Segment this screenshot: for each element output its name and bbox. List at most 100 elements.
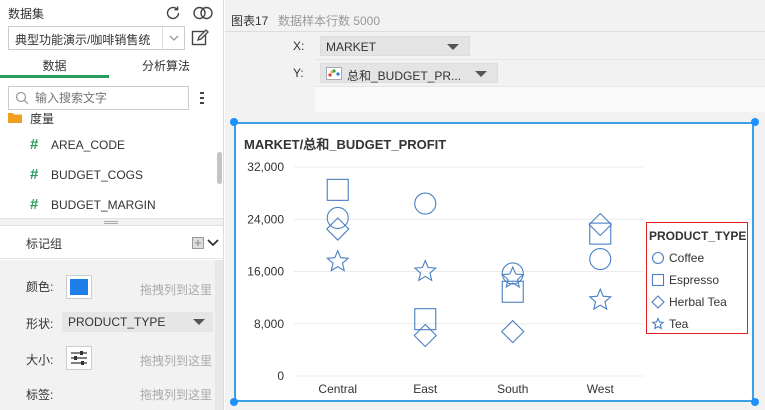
field-list-scroll-thumb[interactable]	[217, 152, 222, 184]
scatter-point-star[interactable]	[325, 249, 350, 272]
link-icon[interactable]	[192, 4, 214, 22]
dataset-select-value: 典型功能演示/咖啡销售统	[15, 33, 151, 47]
mark-label-label: 标签:	[26, 388, 54, 402]
x-axis-field[interactable]: MARKET	[320, 36, 470, 56]
legend-diamond-icon	[651, 295, 665, 309]
mark-label-shape: 形状:	[26, 317, 54, 331]
chart-container[interactable]: MARKET/总和_BUDGET_PROFIT 0 8,000 16,000 24,0…	[234, 122, 754, 402]
tab-analysis-algorithm[interactable]: 分析算法	[111, 56, 221, 78]
marks-group-body: 颜色: 拖拽列到这里 形状: PRODUCT_TYPE 大小: 拖拽列到这里 标…	[0, 260, 223, 410]
scatter-point-star[interactable]	[413, 259, 438, 282]
shape-field-select[interactable]: PRODUCT_TYPE	[62, 312, 213, 332]
dropdown-arrow-icon	[447, 44, 459, 50]
axis-config: X: MARKET Y: 总和_BUDGET_PR...	[225, 33, 765, 112]
y-axis-row: Y: 总和_BUDGET_PR...	[225, 61, 765, 85]
scatter-point-diamond[interactable]	[413, 323, 438, 348]
panel-tabs: 数据 分析算法	[0, 56, 223, 78]
color-picker-button[interactable]	[66, 275, 92, 299]
mark-row-label: 标签: 拖拽列到这里	[0, 380, 223, 410]
dropdown-arrow-icon	[475, 71, 487, 77]
legend-symbol-shape[interactable]	[651, 273, 665, 287]
legend-symbol-shape[interactable]	[651, 317, 665, 330]
edit-icon[interactable]	[190, 28, 210, 48]
color-swatch	[70, 279, 88, 295]
panel-splitter[interactable]	[0, 218, 223, 226]
legend-item[interactable]: Espresso	[649, 271, 747, 291]
field-item-budget-cogs[interactable]: # BUDGET_COGS	[0, 160, 215, 190]
scatter-point-square[interactable]	[326, 178, 349, 201]
tab-data[interactable]: 数据	[0, 56, 109, 78]
scatter-point-circle[interactable]	[414, 192, 437, 215]
size-slider-button[interactable]	[66, 346, 92, 370]
sample-count: 数据样本行数 5000	[278, 14, 381, 28]
field-item-area-code[interactable]: # AREA_CODE	[0, 130, 215, 160]
y-axis-field[interactable]: 总和_BUDGET_PR...	[320, 63, 498, 83]
field-label: AREA_CODE	[51, 138, 126, 152]
dataset-select-arrow[interactable]	[162, 27, 184, 49]
scatter-point-circle[interactable]	[589, 248, 612, 271]
legend-star-icon	[651, 317, 665, 330]
axis-divider	[315, 59, 765, 60]
scatter-point-diamond[interactable]	[325, 217, 350, 241]
size-drop-zone[interactable]: 拖拽列到这里	[140, 352, 212, 369]
color-drop-zone[interactable]: 拖拽列到这里	[140, 281, 212, 298]
sliders-icon	[71, 351, 87, 365]
resize-handle-bottom-left[interactable]	[230, 398, 238, 406]
left-panel: 数据集 典型功能演示/咖啡销售统 数据 分析算法 输入搜索文字 度量 # ARE…	[0, 0, 224, 410]
y-tick-label: 24,000	[247, 212, 284, 226]
measure-icon: #	[30, 166, 39, 183]
legend-label: Tea	[669, 317, 689, 331]
y-tick-label: 0	[277, 369, 284, 383]
axis-drop-area[interactable]	[315, 86, 765, 112]
legend-item[interactable]: Coffee	[649, 249, 747, 269]
y-tick-label: 8,000	[254, 317, 284, 331]
tag-icon[interactable]	[192, 237, 204, 249]
scatter-point-star[interactable]	[588, 287, 613, 311]
chevron-down-icon	[169, 35, 179, 41]
marks-scrollbar[interactable]	[215, 260, 223, 410]
measure-icon: #	[30, 196, 39, 213]
y-tick-label: 32,000	[247, 160, 284, 174]
scatter-point-diamond[interactable]	[588, 212, 613, 237]
scatter-point-square[interactable]	[414, 308, 437, 331]
chart-name: 图表17	[231, 14, 269, 28]
legend-symbol-shape[interactable]	[651, 295, 665, 309]
y-tick-label: 16,000	[247, 265, 284, 279]
dataset-select[interactable]: 典型功能演示/咖啡销售统	[8, 26, 185, 50]
legend-item[interactable]: Tea	[649, 315, 747, 335]
y-axis-label: Y:	[293, 66, 304, 80]
resize-handle-top-left[interactable]	[230, 118, 238, 126]
search-box[interactable]	[8, 86, 189, 110]
chart-editor: 图表17 数据样本行数 5000 X: MARKET Y: 总和_BUDGET_…	[225, 0, 765, 410]
legend-label: Espresso	[669, 273, 720, 287]
legend-circle-icon	[651, 251, 665, 265]
refresh-icon[interactable]	[164, 4, 182, 22]
mark-label-color: 颜色:	[26, 280, 54, 294]
chevron-down-icon[interactable]	[207, 238, 219, 248]
x-tick-label: West	[587, 382, 615, 396]
field-item-budget-margin[interactable]: # BUDGET_MARGIN	[0, 190, 215, 220]
search-input[interactable]	[35, 91, 185, 105]
legend-item[interactable]: Herbal Tea	[649, 293, 747, 313]
marks-group-title: 标记组	[26, 237, 63, 251]
mark-row-color: 颜色: 拖拽列到这里	[0, 272, 223, 302]
resize-handle-top-right[interactable]	[751, 118, 759, 126]
legend-symbol-shape[interactable]	[651, 251, 665, 265]
x-tick-label: South	[497, 382, 528, 396]
x-tick-label: Central	[318, 382, 357, 396]
y-axis-field-value: 总和_BUDGET_PR...	[347, 69, 462, 83]
folder-icon	[8, 113, 22, 123]
legend-label: Coffee	[669, 251, 705, 265]
legend-title: PRODUCT_TYPE	[649, 229, 747, 243]
x-axis-label: X:	[293, 39, 305, 53]
x-tick-label: East	[413, 382, 438, 396]
dataset-header: 数据集	[8, 4, 218, 22]
scatter-chart-icon	[326, 67, 342, 80]
dataset-title: 数据集	[8, 7, 45, 21]
scatter-point-square[interactable]	[589, 222, 612, 245]
more-options-icon[interactable]	[197, 89, 207, 107]
label-drop-zone[interactable]: 拖拽列到这里	[140, 386, 212, 403]
search-icon	[15, 91, 29, 105]
resize-handle-bottom-right[interactable]	[751, 398, 759, 406]
legend[interactable]: PRODUCT_TYPE Coffee Espresso Herbal Tea Tea	[646, 222, 748, 334]
